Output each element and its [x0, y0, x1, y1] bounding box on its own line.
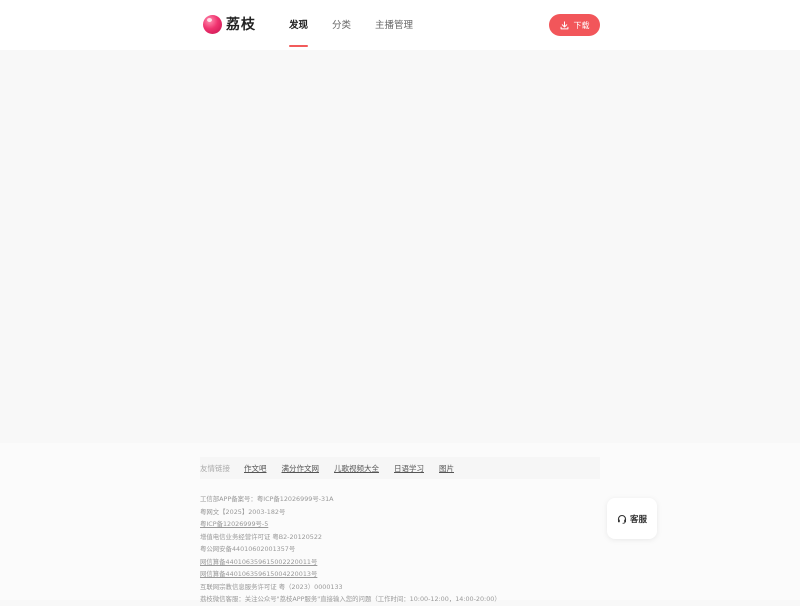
legal-line-public-security: 粤公网安备44010602001357号 [200, 545, 296, 553]
friend-link[interactable]: 图片 [439, 463, 454, 474]
headset-icon [617, 514, 627, 524]
nav-item-category[interactable]: 分类 [332, 17, 351, 31]
nav-item-anchor-management[interactable]: 主播管理 [375, 17, 413, 31]
customer-service-button[interactable]: 客服 [607, 498, 657, 539]
friend-links-label: 友情链接 [200, 463, 230, 473]
friend-link[interactable]: 作文吧 [244, 463, 267, 474]
legal-line-telecom-license: 增值电信业务经营许可证 粤B2-20120522 [200, 532, 323, 541]
legal-line-wechat-service: 荔枝微信客服：关注公众号"荔枝APP服务"直接输入您的问题（工作时间：10:00… [200, 595, 501, 603]
friend-link[interactable]: 儿歌视频大全 [334, 463, 379, 474]
legal-link-algorithm-2[interactable]: 网信算备440106359615004220013号 [200, 568, 501, 581]
friend-link[interactable]: 日语学习 [394, 463, 424, 474]
legal-link-algorithm-1[interactable]: 网信算备440106359615002220011号 [200, 556, 501, 569]
logo[interactable]: 荔枝 [203, 14, 256, 34]
friend-link[interactable]: 满分作文网 [282, 463, 320, 474]
legal-link-icp[interactable]: 粤ICP备12026999号-5 [200, 518, 501, 531]
legal-info: 工信部APP备案号：粤ICP备12026999号-31A 粤网文【2025】20… [200, 493, 501, 606]
legal-line-religious-license: 互联网宗教信息服务许可证 粤（2023）0000133 [200, 582, 343, 591]
download-label: 下载 [573, 20, 590, 30]
top-header: 荔枝 发现 分类 主播管理 下载 [0, 0, 800, 50]
download-button[interactable]: 下载 [549, 14, 600, 36]
lychee-logo-icon [203, 14, 222, 34]
active-nav-indicator [289, 45, 308, 47]
main-content [0, 50, 800, 443]
friend-links-bar: 友情链接 作文吧 满分作文网 儿歌视频大全 日语学习 图片 [200, 457, 600, 479]
legal-line-app-filing: 工信部APP备案号：粤ICP备12026999号-31A [200, 495, 334, 503]
legal-line-culture-license: 粤网文【2025】2003-182号 [200, 507, 286, 516]
nav-item-discover[interactable]: 发现 [289, 17, 308, 31]
logo-text: 荔枝 [226, 17, 256, 33]
customer-service-label: 客服 [629, 514, 647, 525]
download-icon [560, 20, 568, 29]
